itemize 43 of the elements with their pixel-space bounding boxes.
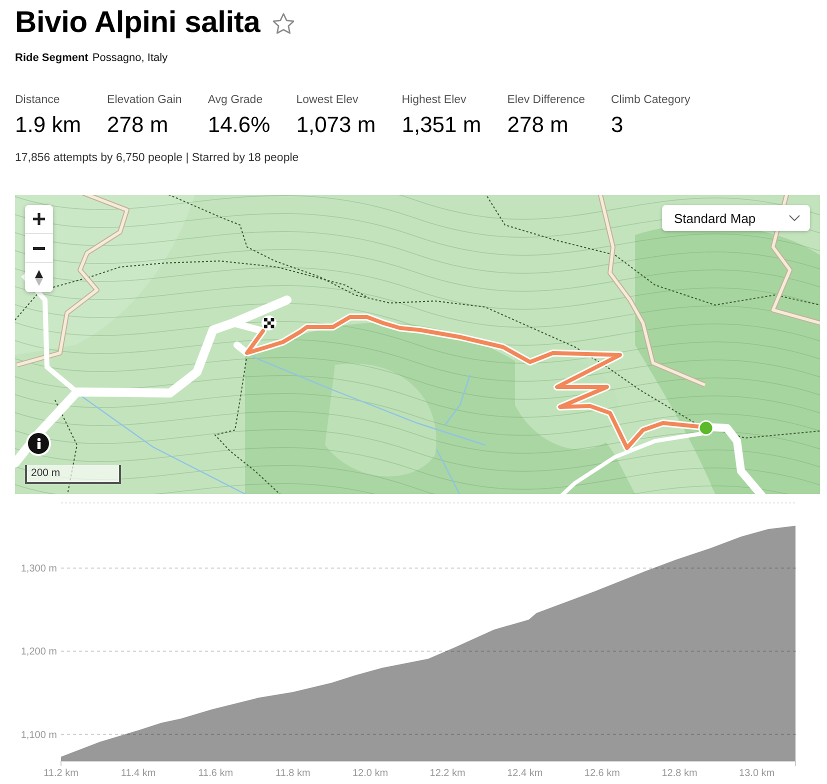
zoom-in-button[interactable] [25, 205, 53, 234]
stat-label: Elevation Gain [107, 93, 182, 108]
attempts-summary: 17,856 attempts by 6,750 people | Starred by 18 people [15, 151, 300, 166]
segment-title: Bivio Alpini salita [15, 6, 260, 40]
chevron-down-icon [789, 215, 800, 221]
plus-icon [33, 213, 45, 225]
x-tick-label: 12.2 km [430, 768, 466, 779]
stat-value: 1,351 m [402, 112, 482, 138]
stat-label: Highest Elev [402, 93, 468, 108]
x-tick-label: 11.6 km [198, 768, 234, 779]
stat-value: 1,073 m [296, 112, 376, 138]
info-icon [36, 438, 40, 449]
stat-label: Elev Difference [507, 93, 585, 108]
checkered-marker-icon [262, 316, 276, 330]
stat-label: Climb Category [611, 93, 690, 108]
stat-value: 14.6% [208, 112, 270, 138]
x-tick-label: 11.8 km [276, 768, 310, 779]
x-tick-label: 13.0 km [739, 768, 775, 779]
compass-icon [35, 270, 43, 286]
minus-icon [33, 246, 45, 250]
map-style-dropdown[interactable]: Standard Map [662, 205, 810, 231]
zoom-out-button[interactable] [25, 234, 53, 263]
stat-value: 278 m [107, 112, 170, 138]
compass-button[interactable] [25, 263, 53, 292]
x-tick-label: 11.2 km [44, 768, 78, 779]
x-tick-label: 12.8 km [662, 768, 698, 779]
stat-value: 1.9 km [15, 112, 82, 138]
x-tick-label: 12.4 km [507, 768, 543, 779]
y-tick-label: 1,200 m [20, 646, 57, 658]
segment-type: Ride Segment [15, 51, 88, 66]
stat-label: Lowest Elev [296, 93, 360, 108]
stat-value: 3 [611, 112, 624, 138]
x-tick-label: 12.6 km [584, 768, 620, 779]
star-icon[interactable] [273, 12, 294, 34]
stat-label: Distance [15, 93, 61, 108]
x-tick-label: 12.0 km [352, 768, 388, 779]
y-tick-label: 1,100 m [20, 730, 57, 741]
scale-bar: 200 m [25, 465, 121, 484]
segment-location: Possagno, Italy [92, 51, 168, 66]
x-tick-label: 11.4 km [120, 768, 156, 779]
stat-label: Avg Grade [208, 93, 264, 108]
stat-value: 278 m [507, 112, 570, 138]
y-tick-label: 1,300 m [20, 564, 57, 575]
